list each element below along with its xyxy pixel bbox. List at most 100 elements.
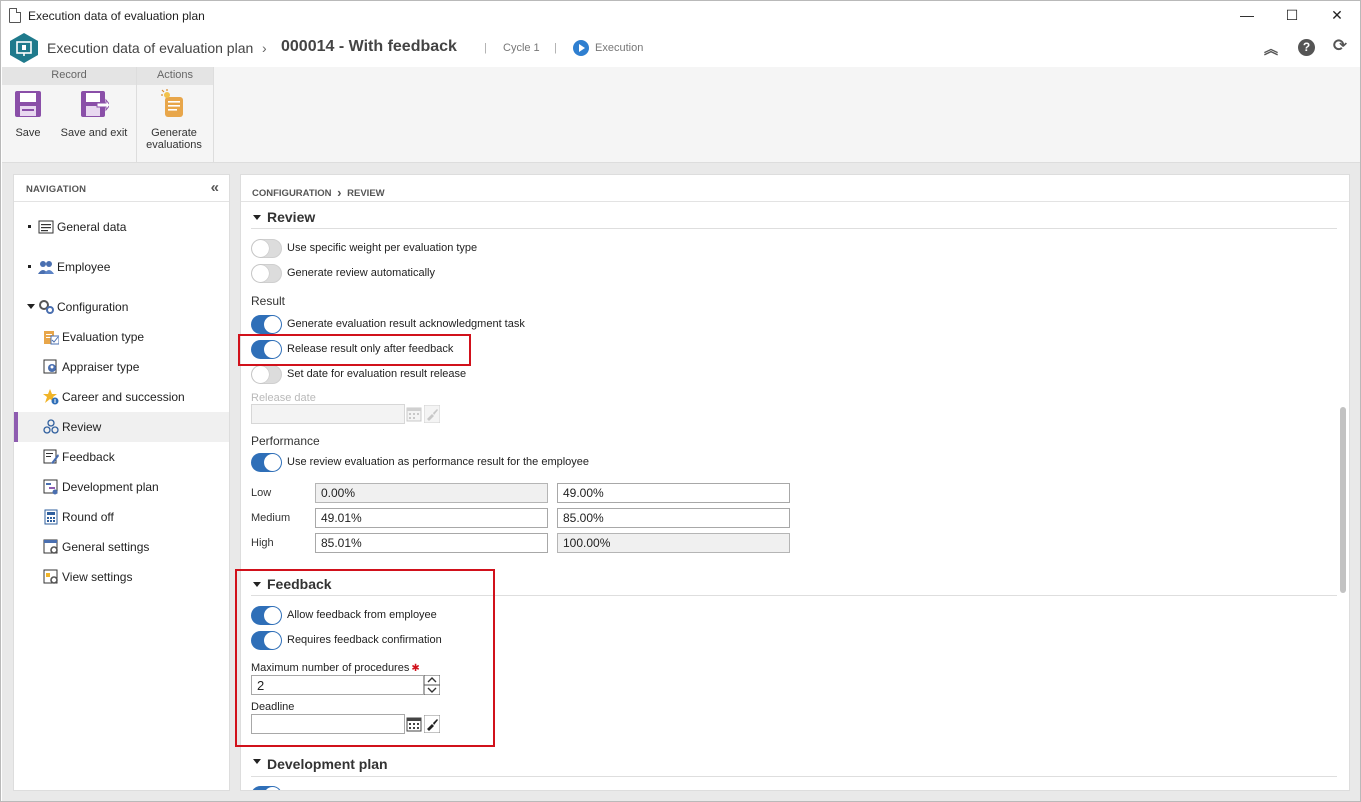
breadcrumb-root[interactable]: Execution data of evaluation plan — [47, 40, 253, 56]
ribbon-toolbar: Record Actions Save Save and exit Genera… — [2, 67, 1360, 163]
save-button[interactable]: Save — [8, 89, 48, 139]
save-and-exit-button[interactable]: Save and exit — [58, 89, 130, 139]
release-date-label: Release date — [251, 392, 316, 404]
users-icon — [38, 261, 54, 274]
row-label-high: High — [251, 537, 274, 549]
nav-item-configuration[interactable]: Configuration — [14, 292, 229, 322]
calendar-icon — [406, 407, 422, 422]
nav-item-evaluation-type[interactable]: Evaluation type — [14, 322, 229, 352]
navigation-header: NAVIGATION « — [14, 175, 229, 202]
ribbon-divider — [136, 67, 137, 162]
section-divider — [251, 776, 1337, 777]
navigation-panel: NAVIGATION « General data Employee Confi… — [13, 174, 230, 791]
generate-label-line1: Generate — [151, 127, 197, 139]
nav-item-review[interactable]: Review — [14, 412, 229, 442]
nav-item-career-and-succession[interactable]: Career and succession — [14, 382, 229, 412]
generate-evaluations-button[interactable]: Generate evaluations — [143, 89, 205, 151]
review-icon — [43, 419, 59, 434]
breadcrumb-configuration[interactable]: CONFIGURATION — [252, 188, 332, 199]
nav-item-development-plan[interactable]: Development plan — [14, 472, 229, 502]
nav-item-view-settings[interactable]: View settings — [14, 562, 229, 592]
medium-to-field[interactable]: 85.00% — [557, 508, 790, 528]
cycle-label: Cycle 1 — [503, 42, 540, 54]
app-window: Execution data of evaluation plan — ☐ ✕ … — [0, 0, 1361, 802]
view-settings-icon — [43, 569, 58, 584]
section-title-review[interactable]: Review — [267, 209, 315, 225]
label-acknowledgment-task: Generate evaluation result acknowledgmen… — [287, 318, 525, 330]
nav-item-appraiser-type[interactable]: Appraiser type — [14, 352, 229, 382]
performance-heading: Performance — [251, 434, 320, 448]
expand-triangle-icon — [27, 304, 35, 309]
toggle-performance-result[interactable] — [251, 453, 282, 472]
close-button[interactable]: ✕ — [1314, 1, 1360, 31]
app-logo-icon — [10, 33, 38, 63]
toggle-set-release-date[interactable] — [251, 365, 282, 384]
save-exit-label: Save and exit — [60, 127, 128, 139]
content-breadcrumb: CONFIGURATION › REVIEW — [252, 184, 385, 200]
star-icon — [43, 389, 59, 405]
play-icon — [573, 40, 589, 56]
save-label: Save — [15, 127, 41, 139]
clear-brush-icon — [424, 405, 440, 423]
collapse-header-icon[interactable]: ︽ — [1262, 39, 1280, 57]
bullet-icon — [28, 265, 31, 268]
row-label-low: Low — [251, 487, 272, 499]
collapse-navigation-icon[interactable]: « — [211, 179, 219, 196]
nav-item-general-data[interactable]: General data — [14, 212, 229, 242]
breadcrumb-separator: › — [262, 40, 267, 56]
gears-icon — [39, 300, 54, 314]
row-label-medium: Medium — [251, 512, 291, 524]
section-title-development-plan[interactable]: Development plan — [267, 756, 388, 772]
evaluation-type-icon — [44, 331, 59, 345]
nav-label: Career and succession — [62, 390, 185, 404]
header-divider: | — [554, 42, 557, 54]
nav-label: Development plan — [62, 480, 159, 494]
section-divider — [251, 228, 1337, 229]
highlight-feedback-section — [235, 569, 495, 747]
maximize-button[interactable]: ☐ — [1269, 1, 1315, 31]
nav-label: Review — [62, 420, 102, 434]
bullet-icon — [28, 225, 31, 228]
generate-scroll-icon — [161, 89, 183, 117]
low-to-field[interactable]: 49.00% — [557, 483, 790, 503]
development-plan-icon — [43, 479, 58, 495]
label-specific-weight: Use specific weight per evaluation type — [287, 242, 478, 254]
low-from-field: 0.00% — [315, 483, 548, 503]
collapse-triangle-icon[interactable] — [253, 759, 261, 764]
nav-item-employee[interactable]: Employee — [14, 252, 229, 282]
toggle-generate-review[interactable] — [251, 264, 282, 283]
highlight-release-after-feedback — [238, 334, 471, 366]
nav-item-feedback[interactable]: Feedback — [14, 442, 229, 472]
toggle-specific-weight[interactable] — [251, 239, 282, 258]
nav-label: Configuration — [57, 300, 129, 314]
minimize-button[interactable]: — — [1224, 1, 1270, 31]
settings-icon — [43, 539, 58, 554]
medium-from-field[interactable]: 49.01% — [315, 508, 548, 528]
nav-label: Evaluation type — [62, 330, 145, 344]
label-set-release-date: Set date for evaluation result release — [287, 368, 467, 380]
toggle-acknowledgment-task[interactable] — [251, 315, 282, 334]
help-icon[interactable]: ? — [1298, 39, 1315, 56]
nav-label: Employee — [57, 260, 111, 274]
nav-item-round-off[interactable]: Round off — [14, 502, 229, 532]
nav-label: General settings — [62, 540, 150, 554]
nav-item-general-settings[interactable]: General settings — [14, 532, 229, 562]
collapse-triangle-icon[interactable] — [253, 215, 261, 220]
window-title: Execution data of evaluation plan — [28, 9, 205, 23]
save-exit-icon — [81, 91, 111, 117]
calculator-icon — [44, 509, 58, 525]
label-performance-result: Use review evaluation as performance res… — [287, 456, 590, 468]
nav-label: General data — [57, 220, 127, 234]
status-label: Execution — [595, 42, 644, 54]
result-heading: Result — [251, 294, 286, 308]
toggle-development-plan[interactable] — [251, 786, 282, 790]
ribbon-divider — [213, 67, 214, 162]
ribbon-group-actions: Actions — [137, 67, 213, 85]
release-date-field — [251, 404, 405, 424]
content-header: CONFIGURATION › REVIEW — [241, 175, 1349, 202]
record-title: 000014 - With feedback — [281, 38, 457, 55]
refresh-icon[interactable]: ⟳ — [1331, 36, 1349, 55]
content-scrollbar[interactable] — [1340, 407, 1346, 593]
document-icon — [9, 8, 21, 23]
high-from-field[interactable]: 85.01% — [315, 533, 548, 553]
